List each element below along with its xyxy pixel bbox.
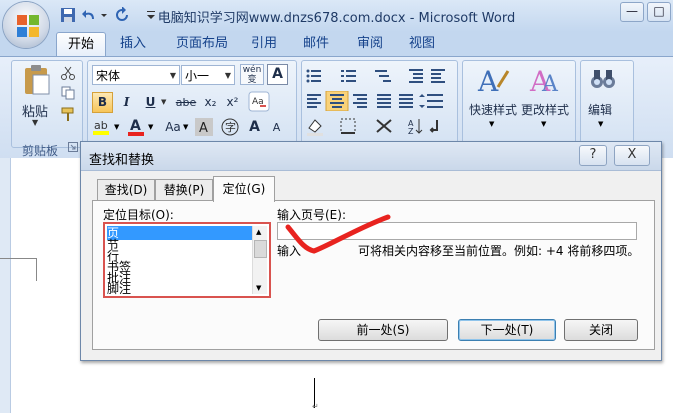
format-painter-icon[interactable] (60, 106, 76, 122)
font-color-icon[interactable]: A (126, 117, 148, 137)
scroll-up-icon[interactable]: ▲ (256, 228, 261, 236)
help-button[interactable]: ? (579, 145, 607, 166)
tab-review[interactable]: 审阅 (350, 32, 390, 55)
minimize-button[interactable]: — (620, 2, 644, 22)
grow-font-button[interactable]: A (244, 117, 265, 138)
font-color-dropdown-icon[interactable]: ▼ (148, 123, 153, 131)
font-size-combo[interactable]: 小一 ▼ (181, 65, 235, 85)
clipboard-group-label: 剪贴板 (22, 144, 59, 158)
svg-text:A: A (199, 121, 208, 136)
editing-dropdown-icon[interactable]: ▼ (598, 120, 603, 128)
phonetic-guide-button[interactable]: wén 变 (240, 64, 264, 85)
tab-home[interactable]: 开始 (56, 32, 106, 56)
cut-icon[interactable] (60, 66, 76, 80)
tab-page-layout[interactable]: 页面布局 (164, 32, 240, 55)
copy-icon[interactable] (60, 86, 76, 100)
paragraph-mark: ↵ (312, 402, 319, 411)
superscript-button[interactable]: x² (222, 92, 243, 113)
italic-button[interactable]: I (116, 92, 137, 113)
tab-view[interactable]: 视图 (402, 32, 442, 55)
dialog-launcher-icon[interactable] (68, 142, 78, 152)
character-shading-icon[interactable]: A (194, 117, 214, 137)
previous-button[interactable]: 前一处(S) (318, 319, 448, 341)
scroll-down-icon[interactable]: ▼ (256, 284, 261, 292)
font-size-value: 小一 (185, 69, 210, 83)
binoculars-icon[interactable] (590, 66, 616, 92)
tab-references[interactable]: 引用 (244, 32, 284, 55)
vertical-ruler (0, 158, 11, 413)
office-logo-icon (17, 15, 39, 37)
close-icon[interactable]: X (614, 145, 650, 166)
next-button[interactable]: 下一处(T) (458, 319, 556, 341)
svg-text:A: A (130, 118, 141, 134)
alignment-buttons-icon[interactable] (305, 91, 449, 111)
checkmark-annotation-icon (285, 214, 391, 254)
bold-button[interactable]: B (92, 92, 113, 113)
editing-label[interactable]: 编辑 (588, 101, 612, 118)
shading-borders-icon[interactable]: AZ (305, 116, 449, 136)
change-styles-label[interactable]: 更改样式 (521, 101, 569, 118)
strikethrough-button[interactable]: abe (172, 92, 200, 113)
tab-insert[interactable]: 插入 (110, 32, 156, 55)
tab-mailings[interactable]: 邮件 (296, 32, 336, 55)
maximize-button[interactable]: □ (647, 2, 671, 22)
svg-text:字: 字 (225, 120, 236, 134)
highlight-dropdown-icon[interactable]: ▼ (114, 123, 119, 131)
enclose-characters-icon[interactable]: 字 (219, 117, 241, 137)
hint-text-end: 可将相关内容移至当前位置。例如: +4 将前移四项。 (358, 244, 640, 258)
svg-text:A: A (477, 65, 499, 97)
paste-dropdown-icon[interactable]: ▼ (32, 118, 38, 127)
window-title: 电脑知识学习网www.dnzs678.com.docx - Microsoft … (157, 11, 516, 26)
paste-icon[interactable] (22, 64, 52, 96)
svg-text:ab: ab (94, 119, 108, 132)
font-family-combo[interactable]: 宋体 ▼ (92, 65, 180, 85)
close-button[interactable]: 关闭 (564, 319, 638, 341)
goto-target-label: 定位目标(O): (103, 208, 174, 222)
svg-text:Z: Z (408, 127, 414, 136)
quick-styles-label[interactable]: 快速样式 (469, 101, 517, 118)
font-family-value: 宋体 (96, 69, 121, 83)
office-button[interactable] (3, 2, 49, 48)
listbox-scrollbar[interactable]: ▲ ▼ (252, 226, 267, 294)
underline-dropdown-icon[interactable]: ▼ (161, 98, 166, 106)
goto-target-listbox[interactable]: 页 节 行 书签 批注 脚注 ▲ ▼ (103, 222, 271, 298)
shrink-font-button[interactable]: A (266, 117, 287, 138)
highlight-icon[interactable]: ab (92, 117, 114, 137)
dialog-title: 查找和替换 (89, 153, 155, 168)
tab-replace[interactable]: 替换(P) (155, 179, 213, 201)
scroll-thumb[interactable] (254, 240, 267, 258)
tab-goto[interactable]: 定位(G) (213, 176, 275, 202)
list-buttons-icon[interactable] (305, 66, 449, 86)
change-styles-dropdown-icon[interactable]: ▼ (541, 120, 546, 128)
chevron-down-icon: ▼ (224, 71, 231, 80)
change-styles-icon[interactable]: AA (528, 63, 562, 97)
tab-find[interactable]: 查找(D) (97, 179, 155, 201)
dialog-title-bar[interactable] (81, 142, 661, 171)
underline-button[interactable]: U (140, 92, 161, 113)
clear-formatting-icon[interactable]: Aa (248, 91, 270, 112)
quick-styles-icon[interactable]: A (476, 63, 510, 97)
chevron-down-icon: ▼ (169, 71, 176, 80)
character-border-button[interactable]: A (267, 64, 288, 85)
list-item[interactable]: 脚注 (107, 282, 255, 296)
quick-styles-dropdown-icon[interactable]: ▼ (489, 120, 494, 128)
svg-text:A: A (541, 72, 559, 97)
change-case-dropdown-icon[interactable]: ▼ (183, 123, 188, 131)
subscript-button[interactable]: x₂ (200, 92, 221, 113)
page-corner-marker (0, 258, 37, 281)
